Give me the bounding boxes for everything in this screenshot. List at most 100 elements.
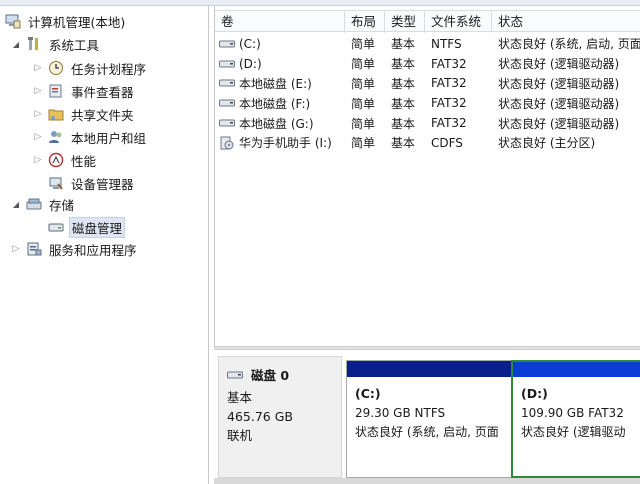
table-row[interactable]: 华为手机助手 (I:) 简单 基本 CDFS 状态良好 (主分区) xyxy=(215,133,640,153)
partition-c[interactable]: (C:) 29.30 GB NTFS 状态良好 (系统, 启动, 页面 xyxy=(346,360,512,478)
type-cell: 基本 xyxy=(391,57,416,72)
tree-item-event-viewer[interactable]: ▷ 事件查看器 xyxy=(32,80,136,102)
computer-management-icon xyxy=(4,12,22,30)
layout-cell: 简单 xyxy=(351,116,376,131)
partition-status: 状态良好 (系统, 启动, 页面 xyxy=(355,425,499,439)
column-header-volume[interactable]: 卷 xyxy=(215,11,345,33)
tree-label: 共享文件夹 xyxy=(71,107,134,123)
tree-item-disk-management[interactable]: 磁盘管理 xyxy=(47,216,126,238)
layout-cell: 简单 xyxy=(351,96,376,111)
type-cell: 基本 xyxy=(391,116,416,131)
drive-icon xyxy=(219,38,237,50)
type-cell: 基本 xyxy=(391,37,416,52)
partition-name: (D:) xyxy=(521,386,548,401)
volume-rows: (C:) 简单 基本 NTFS 状态良好 (系统, 启动, 页面 (D:) 简单… xyxy=(215,34,640,153)
partition-d[interactable]: (D:) 109.90 GB FAT32 状态良好 (逻辑驱动 xyxy=(511,360,640,478)
tree-item-storage[interactable]: ◢ 存储 xyxy=(10,193,76,215)
column-header-type[interactable]: 类型 xyxy=(385,11,425,33)
layout-cell: 简单 xyxy=(351,136,376,151)
device-manager-icon xyxy=(47,174,65,192)
tree-item-shared-folders[interactable]: ▷ 共享文件夹 xyxy=(32,103,136,125)
filesystem-cell: CDFS xyxy=(431,135,463,150)
tree-item-services-apps[interactable]: ▷ 服务和应用程序 xyxy=(10,238,139,260)
tree-item-local-users[interactable]: ▷ 本地用户和组 xyxy=(32,126,148,148)
volume-list-header: 卷 布局 类型 文件系统 状态 xyxy=(215,10,640,33)
volume-name: (D:) xyxy=(239,56,262,71)
collapsed-arrow-icon[interactable]: ▷ xyxy=(32,85,44,97)
tree-item-performance[interactable]: ▷ 性能 xyxy=(32,149,98,171)
filesystem-cell: FAT32 xyxy=(431,76,467,91)
layout-cell: 简单 xyxy=(351,37,376,52)
volume-name: 本地磁盘 (E:) xyxy=(239,76,312,91)
table-row[interactable]: 本地磁盘 (F:) 简单 基本 FAT32 状态良好 (逻辑驱动器) xyxy=(215,93,640,113)
filesystem-cell: NTFS xyxy=(431,36,462,51)
layout-cell: 简单 xyxy=(351,76,376,91)
volume-name: 本地磁盘 (G:) xyxy=(239,116,314,131)
tools-icon xyxy=(25,35,43,53)
logical-partition-band xyxy=(513,362,640,377)
status-cell: 状态良好 (逻辑驱动器) xyxy=(498,57,620,72)
disk-0-label[interactable]: 磁盘 0 基本 465.76 GB 联机 xyxy=(218,356,342,478)
cd-drive-icon xyxy=(219,136,237,150)
tree-label: 系统工具 xyxy=(49,37,100,53)
storage-icon xyxy=(25,195,43,213)
horizontal-scrollbar[interactable] xyxy=(214,478,640,484)
tree-item-system-tools[interactable]: ◢ 系统工具 xyxy=(10,33,101,55)
partition-name: (C:) xyxy=(355,386,381,401)
tree-item-computer-management[interactable]: 计算机管理(本地) xyxy=(4,10,127,32)
tree-label: 性能 xyxy=(71,153,97,169)
column-header-filesystem[interactable]: 文件系统 xyxy=(425,11,492,33)
partition-info: 29.30 GB NTFS xyxy=(355,406,446,420)
tree-label: 服务和应用程序 xyxy=(49,242,137,258)
shared-folder-icon xyxy=(47,105,65,123)
navigation-tree: 计算机管理(本地) ◢ 系统工具 ▷ 任务计划程序 ▷ 事件查看器 ▷ 共享文件… xyxy=(0,6,209,484)
table-row[interactable]: (C:) 简单 基本 NTFS 状态良好 (系统, 启动, 页面 xyxy=(215,34,640,54)
tree-label: 设备管理器 xyxy=(71,176,134,192)
filesystem-cell: FAT32 xyxy=(431,116,467,131)
partition-status: 状态良好 (逻辑驱动 xyxy=(521,425,626,439)
column-header-layout[interactable]: 布局 xyxy=(345,11,385,33)
clock-icon xyxy=(47,59,65,77)
users-icon xyxy=(47,128,65,146)
drive-icon xyxy=(219,77,237,89)
event-viewer-icon xyxy=(47,82,65,100)
volume-list: 卷 布局 类型 文件系统 状态 (C:) 简单 基本 NTFS 状态良好 (系统… xyxy=(214,6,640,346)
tree-item-device-manager[interactable]: 设备管理器 xyxy=(47,172,136,194)
type-cell: 基本 xyxy=(391,76,416,91)
expanded-arrow-icon[interactable]: ◢ xyxy=(10,198,22,210)
collapsed-arrow-icon[interactable]: ▷ xyxy=(32,131,44,143)
drive-icon xyxy=(219,58,237,70)
tree-label: 事件查看器 xyxy=(71,84,134,100)
status-cell: 状态良好 (主分区) xyxy=(498,136,596,151)
collapsed-arrow-icon[interactable]: ▷ xyxy=(32,154,44,166)
column-header-status[interactable]: 状态 xyxy=(492,11,640,33)
primary-partition-band xyxy=(347,361,511,377)
expanded-arrow-icon[interactable]: ◢ xyxy=(10,38,22,50)
volume-name: 本地磁盘 (F:) xyxy=(239,96,311,111)
table-row[interactable]: (D:) 简单 基本 FAT32 状态良好 (逻辑驱动器) xyxy=(215,54,640,74)
drive-icon xyxy=(219,117,237,129)
collapsed-arrow-icon[interactable]: ▷ xyxy=(10,243,22,255)
layout-cell: 简单 xyxy=(351,57,376,72)
collapsed-arrow-icon[interactable]: ▷ xyxy=(32,62,44,74)
tree-item-task-scheduler[interactable]: ▷ 任务计划程序 xyxy=(32,57,148,79)
services-icon xyxy=(25,240,43,258)
type-cell: 基本 xyxy=(391,136,416,151)
status-cell: 状态良好 (逻辑驱动器) xyxy=(498,116,620,131)
partition-info: 109.90 GB FAT32 xyxy=(521,406,624,420)
collapsed-arrow-icon[interactable]: ▷ xyxy=(32,108,44,120)
volume-name: (C:) xyxy=(239,36,261,51)
performance-icon xyxy=(47,151,65,169)
disk-management-icon xyxy=(47,218,65,236)
table-row[interactable]: 本地磁盘 (E:) 简单 基本 FAT32 状态良好 (逻辑驱动器) xyxy=(215,74,640,94)
table-row[interactable]: 本地磁盘 (G:) 简单 基本 FAT32 状态良好 (逻辑驱动器) xyxy=(215,113,640,133)
filesystem-cell: FAT32 xyxy=(431,56,467,71)
disk-size: 465.76 GB xyxy=(227,409,293,424)
tree-label: 存储 xyxy=(49,197,75,213)
tree-label: 计算机管理(本地) xyxy=(28,14,126,30)
drive-icon xyxy=(219,97,237,109)
type-cell: 基本 xyxy=(391,96,416,111)
disk-kind: 基本 xyxy=(227,390,253,405)
disk-graphical-view: 磁盘 0 基本 465.76 GB 联机 (C:) 29.30 GB NTFS … xyxy=(214,350,640,484)
filesystem-cell: FAT32 xyxy=(431,96,467,111)
